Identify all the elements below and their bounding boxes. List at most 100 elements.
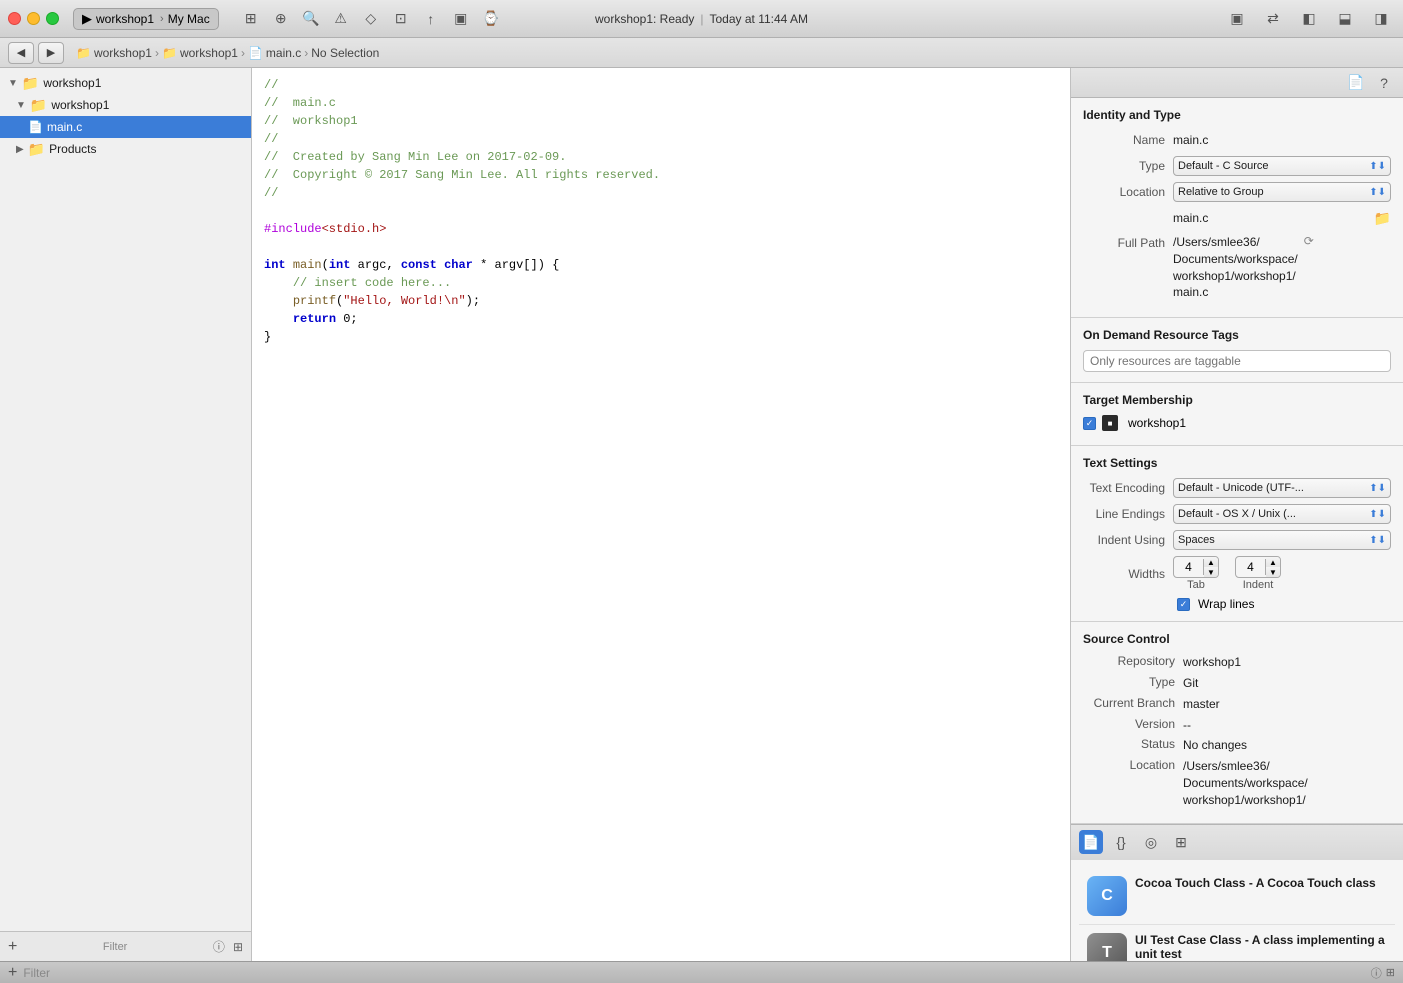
- breadcrumb-selection[interactable]: No Selection: [311, 46, 379, 60]
- code-line: #include <stdio.h>: [252, 220, 1070, 238]
- sc-location-label: Location: [1083, 758, 1183, 772]
- location-select-value: Relative to Group: [1178, 186, 1264, 198]
- fullscreen-button[interactable]: [46, 12, 59, 25]
- indent-row: Indent Using Spaces ⬆⬇: [1083, 530, 1391, 550]
- code-line: // workshop1: [252, 112, 1070, 130]
- sidebar-content: ▼ 📁 workshop1 ▼ 📁 workshop1 📄 main.c ▶ 📁…: [0, 68, 251, 931]
- tab-spinner[interactable]: 4 ▲ ▼: [1173, 556, 1219, 578]
- layout-icon[interactable]: ▣: [1223, 5, 1251, 33]
- inspector: Identity and Type Name main.c Type Defau…: [1071, 98, 1403, 961]
- wrap-checkbox[interactable]: ✓: [1177, 598, 1190, 611]
- type-select[interactable]: Default - C Source ⬆⬇: [1173, 156, 1391, 176]
- scheme-icon[interactable]: ⊡: [387, 5, 415, 33]
- tab-file-inspector[interactable]: 📄: [1079, 830, 1103, 854]
- tab-attributes[interactable]: ⊞: [1169, 830, 1193, 854]
- minimize-button[interactable]: [27, 12, 40, 25]
- lineendings-label: Line Endings: [1083, 507, 1173, 521]
- tab-up[interactable]: ▲: [1204, 557, 1218, 567]
- grid-icon[interactable]: ⊞: [233, 940, 243, 954]
- breadcrumb-root[interactable]: workshop1: [94, 46, 152, 60]
- add-file-status[interactable]: +: [8, 964, 17, 982]
- toolbar-icons: ⊞ ⊕ 🔍 ⚠ ◇ ⊡ ↑ ▣ ⌚: [237, 5, 505, 33]
- sc-location-value: /Users/smlee36/Documents/workspace/works…: [1183, 758, 1391, 808]
- add-target-icon[interactable]: ⊕: [267, 5, 295, 33]
- status-time: Today at 11:44 AM: [710, 12, 809, 26]
- tab-value[interactable]: 4: [1174, 559, 1204, 575]
- refresh-icon[interactable]: ⟳: [1304, 234, 1314, 248]
- tags-input[interactable]: [1083, 350, 1391, 372]
- add-file-button[interactable]: +: [8, 938, 17, 956]
- info-status-icon[interactable]: ⓘ: [1371, 965, 1382, 981]
- scheme-selector[interactable]: ▶ workshop1 › My Mac: [73, 8, 219, 30]
- sidebar-item-main-c[interactable]: 📄 main.c: [0, 116, 251, 138]
- tab-identity[interactable]: ◎: [1139, 830, 1163, 854]
- panel-bottom-icon[interactable]: ⬓: [1331, 5, 1359, 33]
- back-button[interactable]: ◀: [8, 42, 34, 64]
- encoding-select[interactable]: Default - Unicode (UTF-... ⬆⬇: [1173, 478, 1391, 498]
- breadcrumb-file[interactable]: main.c: [266, 46, 301, 60]
- profile-icon[interactable]: ⌚: [477, 5, 505, 33]
- indent-val[interactable]: 4: [1236, 559, 1266, 575]
- sc-type-label: Type: [1083, 675, 1183, 689]
- filter-input[interactable]: Filter: [103, 941, 127, 953]
- code-line: // insert code here...: [252, 274, 1070, 292]
- name-value: main.c: [1173, 133, 1391, 147]
- traffic-lights: [8, 12, 59, 25]
- folder-browse-icon[interactable]: 📁: [1374, 210, 1391, 227]
- repository-row: Repository workshop1: [1083, 654, 1391, 671]
- indent-up[interactable]: ▲: [1266, 557, 1280, 567]
- indent-down[interactable]: ▼: [1266, 567, 1280, 577]
- new-file-icon-right[interactable]: 📄: [1345, 72, 1367, 94]
- new-file-icon[interactable]: ⊞: [237, 5, 265, 33]
- sidebar-item-products[interactable]: ▶ 📁 Products: [0, 138, 251, 160]
- ui-test-icon: T: [1087, 933, 1127, 961]
- simulator-icon[interactable]: ▣: [447, 5, 475, 33]
- sidebar-item-workshop1-folder[interactable]: ▼ 📁 workshop1: [0, 94, 251, 116]
- expand-arrow: ▼: [16, 100, 26, 111]
- repository-label: Repository: [1083, 654, 1183, 668]
- code-line: printf ( "Hello, World!\n" );: [252, 292, 1070, 310]
- git-icon[interactable]: ↑: [417, 5, 445, 33]
- breadcrumb-group[interactable]: workshop1: [180, 46, 238, 60]
- info-icon[interactable]: ⓘ: [213, 938, 225, 955]
- close-button[interactable]: [8, 12, 21, 25]
- forward-button[interactable]: ▶: [38, 42, 64, 64]
- breakpoint-icon[interactable]: ◇: [357, 5, 385, 33]
- indent-select[interactable]: Spaces ⬆⬇: [1173, 530, 1391, 550]
- template-name: Cocoa Touch Class - A Cocoa Touch class: [1135, 876, 1387, 890]
- section-title-sc: Source Control: [1083, 632, 1391, 646]
- main-layout: ▼ 📁 workshop1 ▼ 📁 workshop1 📄 main.c ▶ 📁…: [0, 68, 1403, 961]
- location-select[interactable]: Relative to Group ⬆⬇: [1173, 182, 1391, 202]
- tab-down[interactable]: ▼: [1204, 567, 1218, 577]
- status-right: ⓘ ⊞: [1363, 965, 1403, 981]
- template-cocoa-touch[interactable]: C Cocoa Touch Class - A Cocoa Touch clas…: [1079, 868, 1395, 925]
- help-icon[interactable]: ?: [1373, 72, 1395, 94]
- back-forward-icon[interactable]: ⇄: [1259, 5, 1287, 33]
- code-line: }: [252, 328, 1070, 346]
- code-line: // Copyright © 2017 Sang Min Lee. All ri…: [252, 166, 1070, 184]
- warning-icon[interactable]: ⚠: [327, 5, 355, 33]
- grid-status-icon[interactable]: ⊞: [1386, 966, 1395, 979]
- toolbar-row: ◀ ▶ 📁 workshop1 › 📁 workshop1 › 📄 main.c…: [0, 38, 1403, 68]
- tab-quick-help[interactable]: {}: [1109, 830, 1133, 854]
- widths-label: Widths: [1083, 567, 1173, 581]
- section-title-identity: Identity and Type: [1083, 108, 1391, 122]
- code-line: // main.c: [252, 94, 1070, 112]
- section-title-text: Text Settings: [1083, 456, 1391, 470]
- filter-status[interactable]: Filter: [23, 966, 50, 980]
- widths-row: Widths 4 ▲ ▼ Tab: [1083, 556, 1391, 591]
- panel-right-icon[interactable]: ◨: [1367, 5, 1395, 33]
- search-icon[interactable]: 🔍: [297, 5, 325, 33]
- name-field-row: Name main.c: [1083, 130, 1391, 150]
- template-ui-test[interactable]: T UI Test Case Class - A class implement…: [1079, 925, 1395, 961]
- membership-checkbox[interactable]: ✓: [1083, 417, 1096, 430]
- sidebar-item-root-group[interactable]: ▼ 📁 workshop1: [0, 72, 251, 94]
- membership-section: Target Membership ✓ ■ workshop1: [1071, 383, 1403, 446]
- location-label: Location: [1083, 185, 1173, 199]
- indent-spinner[interactable]: 4 ▲ ▼: [1235, 556, 1281, 578]
- panel-left-icon[interactable]: ◧: [1295, 5, 1323, 33]
- code-editor[interactable]: // // main.c // workshop1 // // Created …: [252, 68, 1071, 961]
- lineendings-select[interactable]: Default - OS X / Unix (... ⬆⬇: [1173, 504, 1391, 524]
- folder-icon: 📁: [30, 97, 47, 114]
- status-row: Status No changes: [1083, 737, 1391, 754]
